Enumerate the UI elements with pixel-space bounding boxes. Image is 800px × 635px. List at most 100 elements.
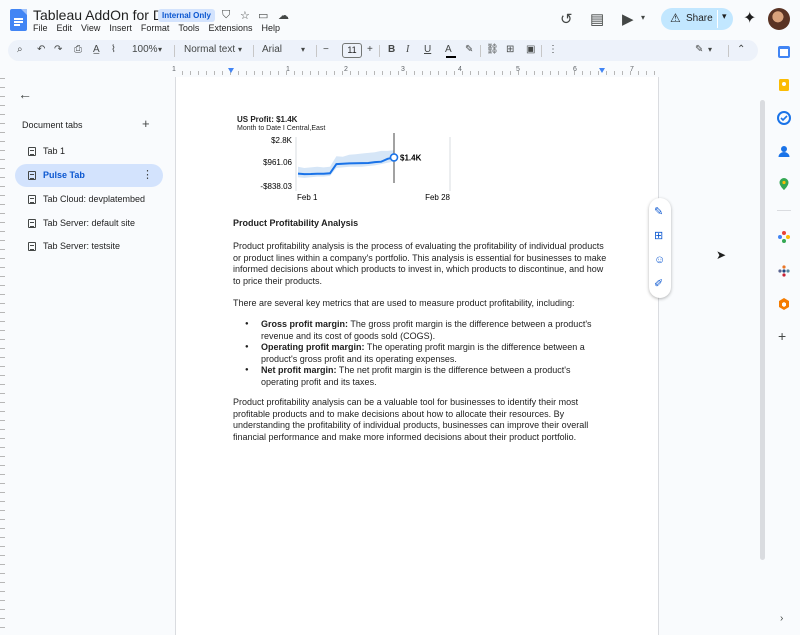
- contacts-icon[interactable]: [777, 144, 791, 158]
- insert-image-icon[interactable]: ▣: [526, 43, 535, 57]
- add-comment-icon[interactable]: ⊞: [506, 43, 514, 57]
- docs-logo-icon[interactable]: [10, 9, 27, 31]
- ruler-number: 7: [630, 66, 634, 73]
- label-shield-icon[interactable]: ⛉: [222, 9, 230, 22]
- y-tick-label: -$838.03: [260, 182, 292, 191]
- bold-icon[interactable]: B: [388, 43, 395, 57]
- paint-format-icon[interactable]: ⌇: [111, 43, 116, 57]
- decrease-font-size-icon[interactable]: −: [323, 43, 329, 57]
- addon-pinwheel-icon[interactable]: [777, 230, 791, 244]
- share-button[interactable]: ⚠ Share ▾: [661, 8, 733, 30]
- mouse-pointer-icon: ➤: [716, 248, 727, 262]
- menu-bar: File Edit View Insert Format Tools Exten…: [33, 23, 280, 33]
- underline-icon[interactable]: U: [424, 43, 431, 57]
- menu-file[interactable]: File: [33, 23, 48, 33]
- menu-edit[interactable]: Edit: [57, 23, 73, 33]
- font-dropdown-icon[interactable]: ▾: [301, 43, 305, 57]
- share-label: Share: [686, 13, 713, 24]
- italic-icon[interactable]: I: [406, 43, 409, 57]
- ruler-number: 1: [286, 66, 290, 73]
- redo-icon[interactable]: ↷: [54, 43, 62, 57]
- right-indent-marker[interactable]: [599, 68, 605, 73]
- classification-badge[interactable]: Internal Only: [158, 9, 215, 22]
- y-tick-label: $2.8K: [271, 136, 293, 145]
- paragraph-metrics: There are several key metrics that are u…: [233, 298, 575, 308]
- chart-subtitle: Month to Date I Central,East: [237, 125, 326, 132]
- spellcheck-icon[interactable]: A̲: [93, 43, 100, 57]
- version-history-icon[interactable]: ↺: [560, 10, 573, 28]
- star-icon[interactable]: ☆: [240, 9, 250, 22]
- add-tab-icon[interactable]: +: [142, 116, 150, 131]
- ruler-number: 2: [344, 66, 348, 73]
- zoom-dropdown-icon[interactable]: ▾: [158, 43, 162, 57]
- horizontal-ruler: [175, 66, 659, 76]
- suggest-edits-icon[interactable]: ✐: [654, 278, 663, 290]
- highlight-color-icon[interactable]: ✎: [465, 43, 473, 57]
- chart-title: US Profit: $1.4K: [237, 115, 298, 124]
- list-item: Operating profit margin: The operating p…: [245, 342, 609, 365]
- vertical-scrollbar[interactable]: [760, 100, 765, 560]
- get-addons-plus-icon[interactable]: +: [778, 328, 786, 344]
- editing-mode-dropdown-icon[interactable]: ▾: [708, 43, 712, 57]
- list-item: Net profit margin: The net profit margin…: [245, 365, 609, 388]
- maps-icon[interactable]: [777, 177, 791, 191]
- menu-insert[interactable]: Insert: [109, 23, 132, 33]
- move-folder-icon[interactable]: ▭: [258, 9, 268, 22]
- paragraph-intro: Product profitability analysis is the pr…: [233, 241, 607, 286]
- calendar-icon[interactable]: [777, 45, 791, 59]
- share-dropdown-icon[interactable]: ▾: [722, 11, 727, 22]
- meet-video-icon[interactable]: ▶: [622, 10, 634, 28]
- tasks-icon[interactable]: [777, 111, 791, 125]
- menu-tools[interactable]: Tools: [178, 23, 199, 33]
- add-comment-icon[interactable]: ⊞: [654, 230, 663, 242]
- sidebar-item-tab-cloud[interactable]: Tab Cloud: devplatembed: [15, 188, 163, 211]
- text-color-swatch: [446, 56, 456, 58]
- vertical-ruler: [0, 70, 5, 635]
- add-emoji-reaction-icon[interactable]: ☺: [654, 254, 665, 266]
- undo-icon[interactable]: ↶: [37, 43, 45, 57]
- comments-icon[interactable]: ▤: [590, 10, 604, 28]
- style-dropdown-icon[interactable]: ▾: [238, 43, 242, 57]
- increase-font-size-icon[interactable]: +: [367, 43, 373, 57]
- print-icon[interactable]: ⎙: [74, 43, 82, 57]
- y-tick-label: $961.06: [263, 158, 292, 167]
- account-avatar[interactable]: [768, 8, 790, 30]
- text-color-icon[interactable]: A: [445, 43, 452, 57]
- expand-side-panel-icon[interactable]: ›: [780, 613, 783, 624]
- search-menus-icon[interactable]: ⌕: [17, 43, 23, 57]
- gemini-sparkle-icon[interactable]: ✦: [743, 8, 756, 28]
- left-indent-marker[interactable]: [228, 68, 234, 73]
- font-select[interactable]: Arial: [262, 43, 282, 57]
- hide-menus-icon[interactable]: ⌃: [737, 43, 745, 57]
- sidebar-item-tab-server-testsite[interactable]: Tab Server: testsite: [15, 235, 163, 258]
- cloud-status-icon[interactable]: ☁: [278, 9, 289, 22]
- font-size-input[interactable]: 11: [342, 43, 362, 58]
- editing-mode-icon[interactable]: ✎: [695, 43, 703, 57]
- insert-link-icon[interactable]: ⛓: [486, 43, 499, 57]
- tableau-addon-icon[interactable]: [777, 264, 791, 278]
- document-page[interactable]: US Profit: $1.4K Month to Date I Central…: [175, 77, 659, 635]
- sidebar-item-pulse-tab[interactable]: Pulse Tab ⋮: [15, 164, 163, 187]
- toolbar-divider: [253, 45, 254, 57]
- back-arrow-icon[interactable]: ←: [18, 86, 32, 102]
- more-options-icon[interactable]: ⋮: [548, 43, 558, 57]
- formatting-toolbar: ⌕ ↶ ↷ ⎙ A̲ ⌇ 100% ▾ Normal text ▾ Arial …: [8, 40, 758, 61]
- menu-help[interactable]: Help: [261, 23, 280, 33]
- keep-icon[interactable]: [777, 78, 791, 92]
- help-me-write-icon[interactable]: ✎: [654, 206, 663, 218]
- menu-extensions[interactable]: Extensions: [208, 23, 252, 33]
- floating-action-bar: ✎ ⊞ ☺ ✐: [649, 198, 671, 298]
- toolbar-divider: [174, 45, 175, 57]
- sidebar-item-tab-server-default[interactable]: Tab Server: default site: [15, 212, 163, 235]
- tab-more-options-icon[interactable]: ⋮: [142, 168, 153, 181]
- sidebar-item-tab-1[interactable]: Tab 1: [15, 140, 163, 163]
- toolbar-divider: [316, 45, 317, 57]
- office-addon-icon[interactable]: [777, 297, 791, 311]
- document-heading: Product Profitability Analysis: [233, 218, 359, 228]
- menu-view[interactable]: View: [81, 23, 100, 33]
- zoom-select[interactable]: 100%: [132, 43, 158, 57]
- style-select[interactable]: Normal text: [184, 43, 235, 57]
- meet-dropdown-icon[interactable]: ▾: [641, 13, 645, 22]
- menu-format[interactable]: Format: [141, 23, 170, 33]
- pulse-metric-chart[interactable]: $2.8K $961.06 -$838.03 Feb 1 Feb 28 $1.4…: [232, 133, 462, 205]
